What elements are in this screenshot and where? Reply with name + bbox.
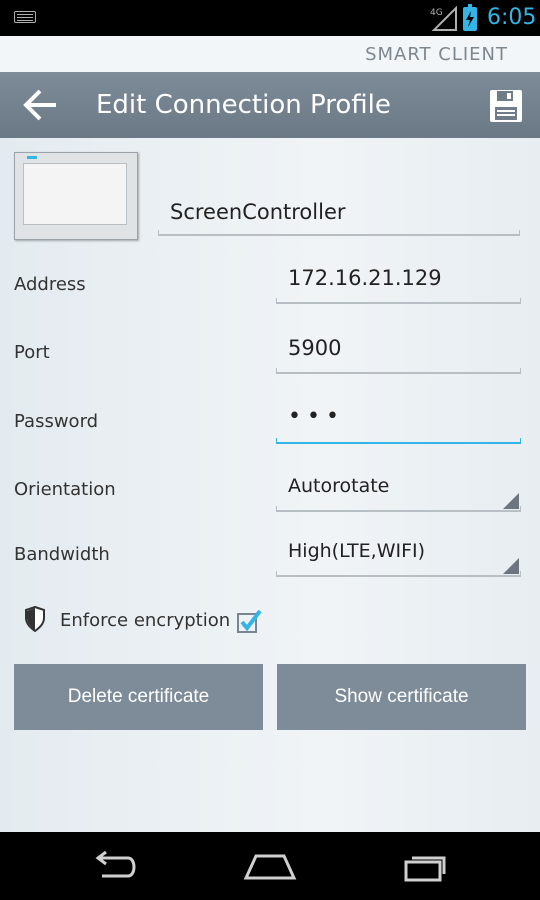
spinner-underline xyxy=(276,506,521,512)
show-certificate-button[interactable]: Show certificate xyxy=(277,664,526,730)
input-underline xyxy=(158,230,520,236)
network-type-label: 4G xyxy=(430,8,443,18)
port-input[interactable]: 5900 xyxy=(276,334,521,374)
orientation-spinner[interactable]: Autorotate xyxy=(276,472,521,512)
dropdown-arrow-icon xyxy=(503,558,519,574)
address-label: Address xyxy=(14,274,86,295)
status-clock: 6:05 xyxy=(487,5,537,30)
orientation-label: Orientation xyxy=(14,479,116,500)
bandwidth-label: Bandwidth xyxy=(14,544,110,565)
screen-panel-icon xyxy=(14,152,138,240)
dropdown-arrow-icon xyxy=(503,493,519,509)
bandwidth-value: High(LTE,WIFI) xyxy=(288,540,426,562)
recents-nav-icon[interactable] xyxy=(400,850,456,884)
page-title: Edit Connection Profile xyxy=(96,90,391,120)
home-nav-icon[interactable] xyxy=(242,850,298,884)
encryption-label: Enforce encryption xyxy=(60,610,231,631)
bandwidth-spinner[interactable]: High(LTE,WIFI) xyxy=(276,537,521,577)
panel-display xyxy=(23,163,127,225)
status-bar: 4G 6:05 xyxy=(0,0,540,36)
profile-name-value: ScreenController xyxy=(170,200,346,224)
input-underline xyxy=(276,368,521,374)
password-value: ••• xyxy=(288,404,345,429)
address-value: 172.16.21.129 xyxy=(288,266,442,290)
input-underline xyxy=(276,298,521,304)
arrow-left-icon[interactable] xyxy=(20,87,60,123)
navigation-bar xyxy=(0,832,540,900)
action-bar: Edit Connection Profile xyxy=(0,72,540,138)
signal-icon: 4G xyxy=(430,6,457,31)
floppy-disk-icon[interactable] xyxy=(488,88,524,124)
back-nav-icon[interactable] xyxy=(86,850,142,884)
password-label: Password xyxy=(14,411,99,432)
delete-certificate-button[interactable]: Delete certificate xyxy=(14,664,263,730)
password-input[interactable]: ••• xyxy=(276,404,521,444)
address-input[interactable]: 172.16.21.129 xyxy=(276,264,521,304)
encryption-checkbox[interactable] xyxy=(236,608,262,634)
shield-icon xyxy=(25,606,45,632)
orientation-value: Autorotate xyxy=(288,475,390,497)
battery-charging-icon xyxy=(463,4,477,31)
profile-name-input[interactable]: ScreenController xyxy=(158,198,520,236)
brand-label: SMART CLIENT xyxy=(365,44,508,65)
port-value: 5900 xyxy=(288,336,342,360)
port-label: Port xyxy=(14,342,50,363)
panel-led xyxy=(27,156,37,159)
brand-strip: SMART CLIENT xyxy=(0,36,540,72)
input-underline xyxy=(276,438,521,444)
keyboard-icon xyxy=(14,11,36,23)
spinner-underline xyxy=(276,571,521,577)
edit-profile-form: ScreenController Address 172.16.21.129 P… xyxy=(0,138,540,832)
